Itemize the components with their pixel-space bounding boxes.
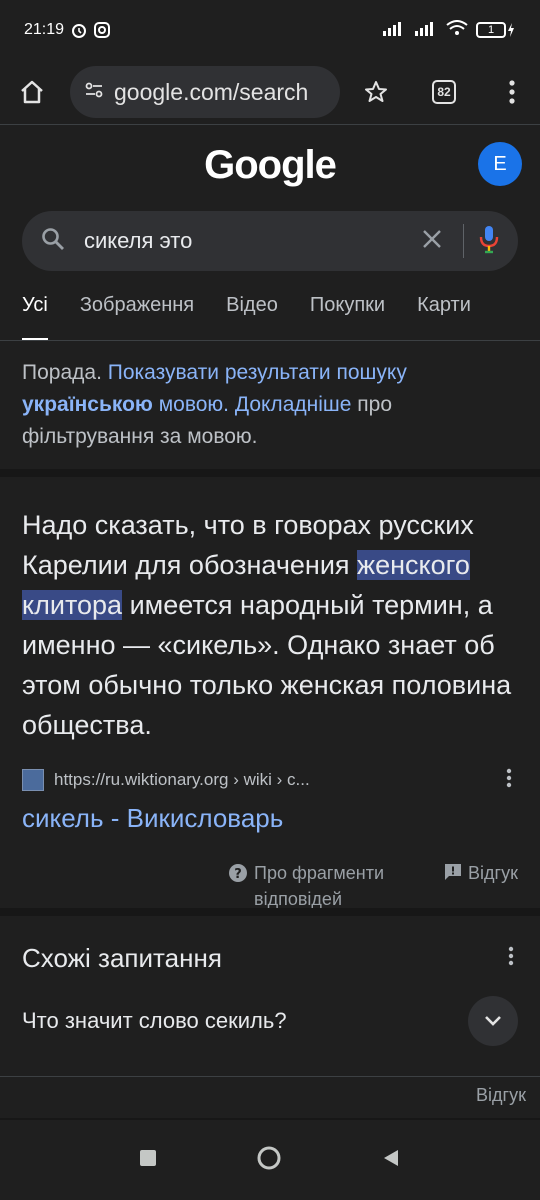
back-button[interactable] <box>381 1148 401 1173</box>
instagram-icon <box>94 22 111 38</box>
tab-videos[interactable]: Відео <box>226 271 278 340</box>
browser-menu-button[interactable] <box>484 64 540 120</box>
clear-button[interactable] <box>421 228 443 255</box>
language-link-suffix[interactable]: мовою. <box>159 393 229 416</box>
home-nav-button[interactable] <box>256 1145 282 1176</box>
home-button[interactable] <box>4 64 60 120</box>
microphone-icon <box>479 225 499 253</box>
section-divider <box>0 908 540 916</box>
voice-search-button[interactable] <box>478 224 500 259</box>
signal-icon-2 <box>414 20 438 41</box>
result-menu-button[interactable] <box>506 768 512 793</box>
signal-icon <box>382 20 406 41</box>
snippet-title-link[interactable]: сикель - Викисловарь <box>22 803 518 834</box>
ukrainian-language-link[interactable]: українською <box>22 393 153 416</box>
related-feedback-link[interactable]: Відгук <box>0 1077 540 1114</box>
about-snippets-label: Про фрагменти відповідей <box>254 863 385 908</box>
status-bar: 21:19 1 <box>0 0 540 60</box>
tab-maps[interactable]: Карти <box>417 271 471 340</box>
google-logo[interactable]: Google <box>204 143 337 188</box>
about-snippets-link[interactable]: ? Про фрагменти відповідей <box>228 860 414 908</box>
bookmark-button[interactable] <box>348 64 404 120</box>
account-avatar[interactable]: E <box>478 142 522 186</box>
url-text: google.com/search <box>114 78 309 105</box>
tab-count: 82 <box>432 80 456 104</box>
home-icon <box>21 80 43 104</box>
learn-more-link[interactable]: Докладніше <box>235 393 352 416</box>
svg-text:?: ? <box>234 867 242 882</box>
search-results-page: Google E сикеля это Усі Зображення Відео… <box>0 124 540 1120</box>
wifi-icon <box>446 19 468 41</box>
snippet-highlight-2: клитора <box>22 590 123 620</box>
search-tabs: Усі Зображення Відео Покупки Карти <box>0 271 540 341</box>
more-vert-icon <box>508 946 514 965</box>
related-title: Схожі запитання <box>22 942 222 973</box>
search-input[interactable]: сикеля это <box>84 228 421 254</box>
help-icon: ? <box>229 864 248 882</box>
tab-switcher-button[interactable]: 82 <box>416 64 472 120</box>
related-questions: Схожі запитання Что значит слово секиль? <box>0 916 540 1066</box>
battery-icon: 1 <box>476 22 516 38</box>
expand-question-button[interactable] <box>468 996 518 1046</box>
site-settings-icon[interactable] <box>84 80 104 105</box>
more-vert-icon <box>506 768 512 787</box>
circle-icon <box>257 1146 281 1169</box>
wiktionary-favicon-icon <box>22 769 44 791</box>
status-time: 21:19 <box>24 21 65 38</box>
chevron-down-icon <box>485 1016 501 1026</box>
square-icon <box>140 1149 157 1166</box>
more-vert-icon <box>509 80 515 104</box>
star-icon <box>365 81 387 102</box>
related-question-text: Что значит слово секиль? <box>22 1008 287 1033</box>
browser-toolbar: google.com/search 82 <box>0 60 540 124</box>
snippet-footer: ? Про фрагменти відповідей Відгук <box>22 860 518 908</box>
related-menu-button[interactable] <box>508 946 514 971</box>
close-icon <box>423 229 441 248</box>
battery-level: 1 <box>476 22 506 38</box>
featured-snippet: Надо сказать, что в говорах русских Каре… <box>0 477 540 908</box>
tab-images[interactable]: Зображення <box>80 271 194 340</box>
system-nav-bar <box>0 1120 540 1200</box>
tab-all[interactable]: Усі <box>22 271 48 340</box>
snippet-source[interactable]: https://ru.wiktionary.org › wiki › с... <box>22 765 518 795</box>
source-url[interactable]: https://ru.wiktionary.org › wiki › с... <box>54 770 506 790</box>
snippet-highlight-1: женского <box>357 550 470 580</box>
tab-shopping[interactable]: Покупки <box>310 271 385 340</box>
tip-prefix: Порада. <box>22 361 102 384</box>
language-tip: Порада. Показувати результати пошуку укр… <box>0 341 540 477</box>
feedback-label: Відгук <box>468 863 518 883</box>
google-header: Google E <box>0 125 540 205</box>
alarm-icon <box>70 21 88 39</box>
feedback-icon <box>445 864 462 880</box>
recents-button[interactable] <box>139 1149 157 1172</box>
show-results-link[interactable]: Показувати результати пошуку <box>108 361 407 384</box>
related-header: Схожі запитання <box>22 940 518 976</box>
search-box[interactable]: сикеля это <box>22 211 518 271</box>
address-bar[interactable]: google.com/search <box>70 66 340 118</box>
search-icon <box>40 226 66 257</box>
snippet-text: Надо сказать, что в говорах русских Каре… <box>22 505 518 745</box>
related-question-item[interactable]: Что значит слово секиль? <box>22 976 518 1066</box>
search-divider <box>463 224 464 258</box>
triangle-back-icon <box>383 1149 398 1166</box>
feedback-link[interactable]: Відгук <box>444 860 518 886</box>
